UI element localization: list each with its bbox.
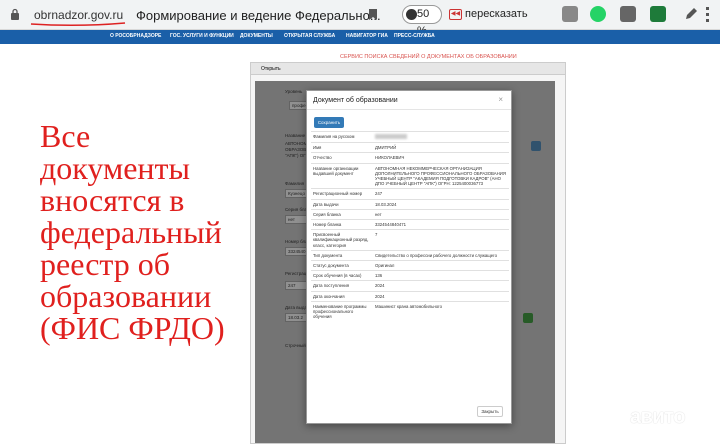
caption-line: федеральный xyxy=(40,214,222,250)
nav-item[interactable]: НАВИГАТОР ГИА xyxy=(346,33,388,39)
nav-item[interactable]: О РОСОБРНАДЗОРЕ xyxy=(110,33,161,39)
address-bar[interactable]: obrnadzor.gov.ru xyxy=(34,8,123,22)
table-row: Дата окончания 2024 xyxy=(311,290,509,302)
extension-icon[interactable] xyxy=(620,6,636,22)
close-icon[interactable]: × xyxy=(498,95,503,104)
row-value: нет xyxy=(373,208,509,220)
caption-line: Все xyxy=(40,118,91,154)
row-key: Срок обучения (в часах) xyxy=(311,270,373,281)
row-value: 2024 xyxy=(373,280,509,292)
caption-line: образовании xyxy=(40,278,212,314)
extension-icon[interactable] xyxy=(562,6,578,22)
nav-item[interactable]: ПРЕСС-СЛУЖБА xyxy=(394,33,435,39)
table-row: Серия бланка нет xyxy=(311,208,509,220)
document-modal: Документ об образовании × Сохранить Фами… xyxy=(306,90,512,424)
row-key: Название организации выдавшей документ xyxy=(311,162,373,189)
zoom-icon xyxy=(406,9,417,20)
row-value: Оригинал xyxy=(373,260,509,271)
watermark-text: авито xyxy=(630,406,685,428)
blurred-value xyxy=(375,134,407,139)
row-key: Серия бланка xyxy=(311,208,373,220)
table-row: Наименование программы профессионального… xyxy=(311,300,509,322)
table-row: Регистрационный номер 247 xyxy=(311,188,509,200)
nav-item[interactable]: ДОКУМЕНТЫ xyxy=(240,33,273,39)
row-value: 2024 xyxy=(373,290,509,302)
row-value: Машинист крана автомобильного xyxy=(373,300,509,322)
row-key: Фамилия на русском xyxy=(311,130,373,143)
retell-label: пересказать xyxy=(465,8,528,20)
url-underline xyxy=(30,22,126,27)
modal-title: Документ об образовании xyxy=(313,97,398,104)
zoom-indicator[interactable]: 50 % xyxy=(402,5,442,37)
row-key: Регистрационный номер xyxy=(311,188,373,200)
menu-icon[interactable] xyxy=(706,7,709,22)
extension-icon[interactable] xyxy=(650,6,666,22)
table-row: Статус документа Оригинал xyxy=(311,260,509,271)
retell-icon: ◀◀ xyxy=(449,9,462,20)
row-key: Присвоенный квалификационный разряд, кла… xyxy=(311,229,373,251)
row-value: АВТОНОМНАЯ НЕКОММЕРЧЕСКАЯ ОРГАНИЗАЦИЯ ДО… xyxy=(373,162,509,189)
row-key: Номер бланка xyxy=(311,219,373,230)
row-key: Дата окончания xyxy=(311,290,373,302)
row-key: Дата поступления xyxy=(311,280,373,292)
caption-line: реестр об xyxy=(40,246,171,282)
row-value: Свидетельство о профессии рабочего должн… xyxy=(373,249,509,261)
row-key: Имя xyxy=(311,142,373,153)
caption-line: документы xyxy=(40,150,191,186)
row-value: 247 xyxy=(373,188,509,200)
whatsapp-icon[interactable] xyxy=(590,6,606,22)
row-value: ДМИТРИЙ xyxy=(373,142,509,153)
table-row: Дата выдачи 18.03.2024 xyxy=(311,198,509,210)
avito-watermark: авито xyxy=(598,402,710,432)
retell-button[interactable]: ◀◀ пересказать xyxy=(449,5,528,24)
row-key: Дата выдачи xyxy=(311,198,373,210)
row-value: 3324544840471 xyxy=(373,219,509,230)
avito-logo-icon xyxy=(600,406,623,429)
caption-overlay: Все документы вносятся в федеральный рее… xyxy=(40,120,260,344)
document-details-table: Фамилия на русском Имя ДМИТРИЙ Отчество НИКО… xyxy=(311,130,509,322)
caption-line: вносятся в xyxy=(40,182,185,218)
table-row: Дата поступления 2024 xyxy=(311,280,509,292)
table-row: Номер бланка 3324544840471 xyxy=(311,219,509,230)
table-row: Отчество НИКОЛАЕВИЧ xyxy=(311,152,509,164)
table-row: Фамилия на русском xyxy=(311,130,509,143)
close-button[interactable]: Закрыть xyxy=(477,406,503,417)
row-key: Отчество xyxy=(311,152,373,164)
row-value: НИКОЛАЕВИЧ xyxy=(373,152,509,164)
save-button[interactable]: Сохранить xyxy=(314,117,344,128)
nav-item[interactable]: ГОС. УСЛУГИ И ФУНКЦИИ xyxy=(170,33,234,39)
row-key: Тип документа xyxy=(311,249,373,261)
browser-toolbar: obrnadzor.gov.ru Формирование и ведение … xyxy=(0,0,720,37)
table-row: Имя ДМИТРИЙ xyxy=(311,142,509,153)
row-key: Наименование программы профессионального… xyxy=(311,300,373,322)
caption-line: (ФИС ФРДО) xyxy=(40,310,225,346)
table-row: Название организации выдавшей документ АВ… xyxy=(311,162,509,189)
row-value xyxy=(373,130,509,143)
nav-item[interactable]: ОТКРЫТАЯ СЛУЖБА xyxy=(284,33,335,39)
site-info-icon[interactable] xyxy=(10,8,20,21)
table-row: Тип документа Свидетельство о профессии р… xyxy=(311,249,509,261)
site-nav: О РОСОБРНАДЗОРЕ ГОС. УСЛУГИ И ФУНКЦИИ ДО… xyxy=(0,30,720,44)
row-value: 136 xyxy=(373,270,509,281)
page-title: Формирование и ведение Федерально... xyxy=(136,8,381,23)
bookmark-icon[interactable] xyxy=(368,8,378,21)
edit-icon[interactable] xyxy=(684,7,698,21)
row-key: Статус документа xyxy=(311,260,373,271)
divider xyxy=(307,109,511,110)
table-row: Присвоенный квалификационный разряд, кла… xyxy=(311,229,509,251)
row-value: 18.03.2024 xyxy=(373,198,509,210)
row-value: 7 xyxy=(373,229,509,251)
panel-header: Открыть xyxy=(251,63,565,75)
table-row: Срок обучения (в часах) 136 xyxy=(311,270,509,281)
